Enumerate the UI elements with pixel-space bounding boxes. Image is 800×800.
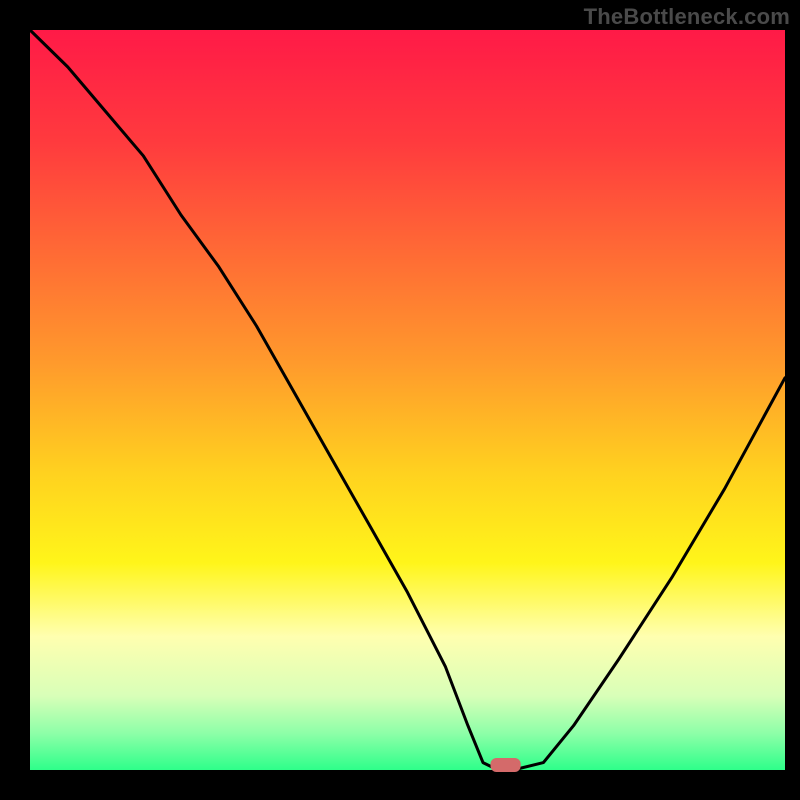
optimal-marker (491, 758, 521, 772)
bottleneck-chart (0, 0, 800, 800)
watermark-text: TheBottleneck.com (584, 4, 790, 30)
plot-background (30, 30, 785, 770)
chart-frame: TheBottleneck.com (0, 0, 800, 800)
